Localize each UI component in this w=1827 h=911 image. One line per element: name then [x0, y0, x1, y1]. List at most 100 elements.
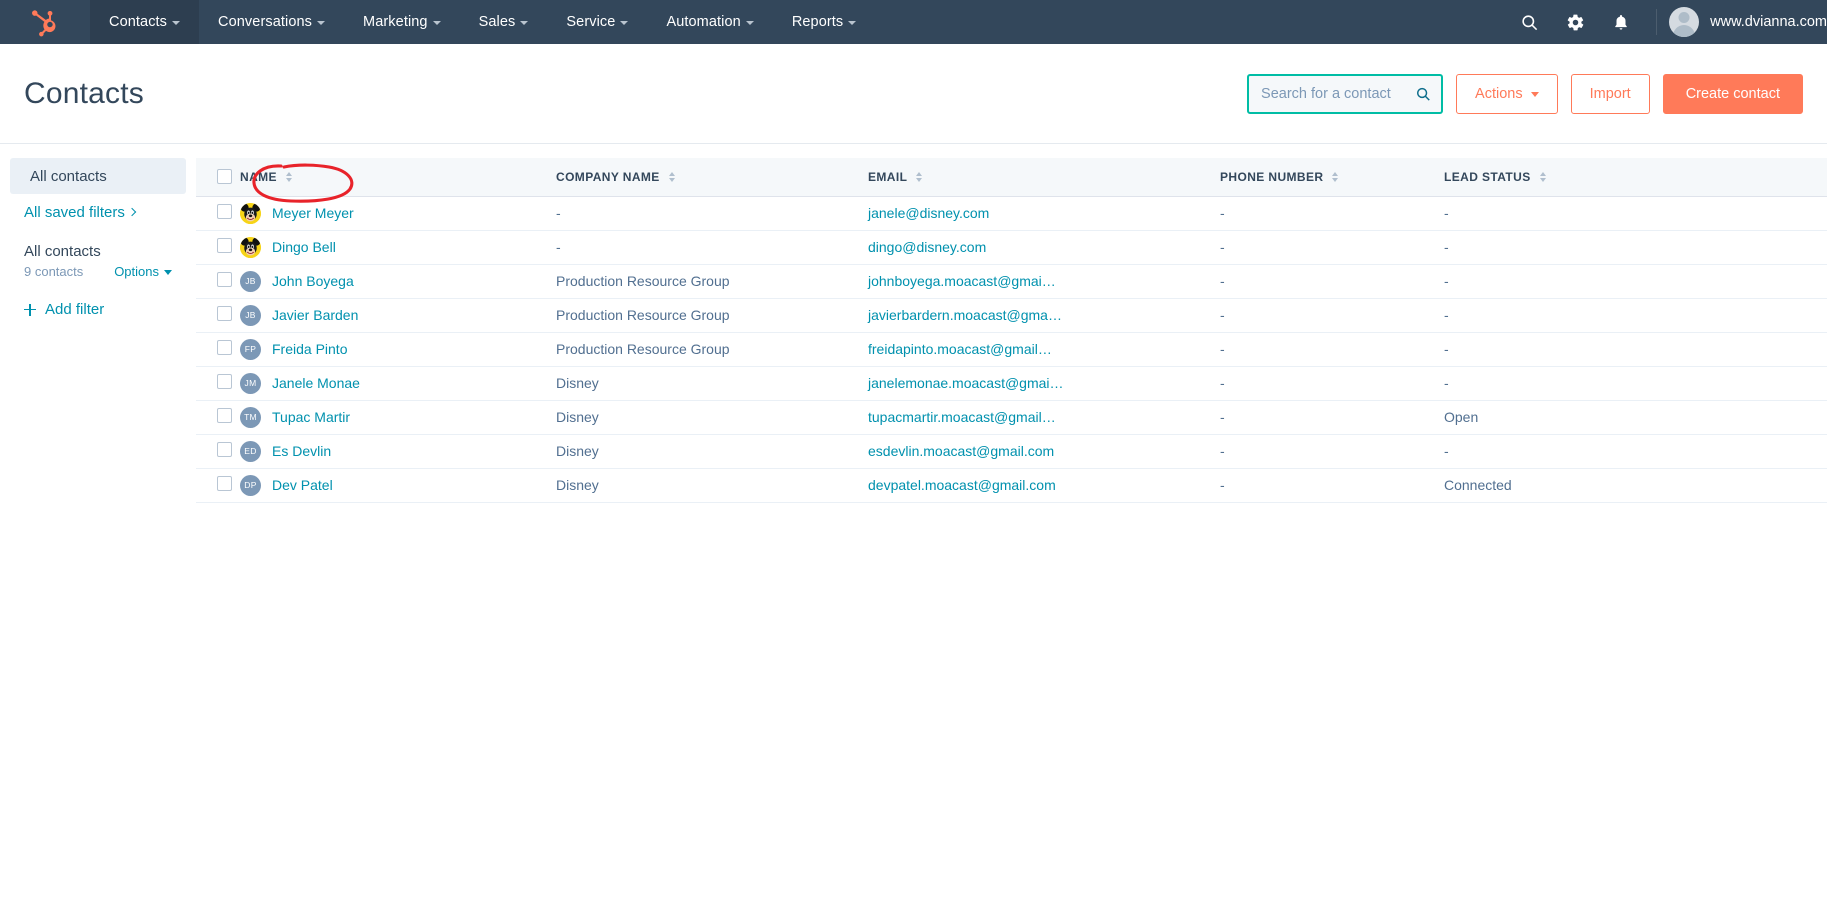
settings-button[interactable]: [1552, 0, 1598, 44]
contact-name-cell: TM Tupac Martir: [240, 400, 556, 435]
create-contact-button[interactable]: Create contact: [1662, 73, 1803, 114]
table-row[interactable]: Dingo Bell - dingo@disney.com - -: [196, 230, 1827, 265]
table-row[interactable]: FP Freida Pinto Production Resource Group f…: [196, 332, 1827, 367]
hubspot-logo-link[interactable]: [0, 0, 90, 44]
filter-options-button[interactable]: Options: [114, 264, 172, 279]
nav-item-contacts[interactable]: Contacts: [90, 0, 200, 44]
company-name-value: Production Resource Group: [556, 341, 730, 357]
company-name-cell: Disney: [556, 366, 868, 401]
table-row[interactable]: DP Dev Patel Disney devpatel.moacast@gmail.…: [196, 468, 1827, 503]
sidebar-item-all-contacts[interactable]: All contacts: [10, 158, 186, 194]
lead-status-value: -: [1444, 273, 1449, 289]
lead-status-cell: Open: [1444, 400, 1827, 435]
contact-name-link[interactable]: Freida Pinto: [272, 341, 347, 357]
row-checkbox[interactable]: [217, 272, 232, 287]
email-link[interactable]: dingo@disney.com: [868, 239, 986, 255]
contact-name-link[interactable]: Dingo Bell: [272, 239, 336, 255]
contact-name-link[interactable]: Dev Patel: [272, 477, 333, 493]
active-filter-group: All contacts 9 contacts Options: [0, 225, 196, 279]
chevron-down-icon: [620, 21, 629, 25]
phone-number-cell: -: [1220, 366, 1444, 401]
contact-name-link[interactable]: Meyer Meyer: [272, 205, 354, 221]
add-filter-label: Add filter: [45, 301, 105, 318]
table-row[interactable]: JM Janele Monae Disney janelemonae.moacast@…: [196, 366, 1827, 401]
sidebar-all-saved-filters-link[interactable]: All saved filters: [0, 194, 196, 225]
nav-item-service[interactable]: Service: [547, 0, 647, 44]
lead-status-cell: Connected: [1444, 468, 1827, 503]
email-link[interactable]: devpatel.moacast@gmail.com: [868, 477, 1056, 493]
row-checkbox[interactable]: [217, 238, 232, 253]
search-input[interactable]: [1261, 85, 1415, 102]
filter-options-label: Options: [114, 264, 159, 279]
global-search-button[interactable]: [1506, 0, 1552, 44]
column-header-label: NAME: [240, 169, 277, 184]
table-row[interactable]: Meyer Meyer - janele@disney.com - -: [196, 196, 1827, 231]
contact-name-link[interactable]: Janele Monae: [272, 375, 360, 391]
avatar-head-shape: [1678, 12, 1690, 23]
column-header-phone-number[interactable]: PHONE NUMBER: [1220, 158, 1444, 197]
contact-name-cell: Dingo Bell: [240, 230, 556, 265]
email-link[interactable]: esdevlin.moacast@gmail.com: [868, 443, 1054, 459]
email-link[interactable]: johnboyega.moacast@gmai…: [868, 273, 1056, 289]
row-checkbox[interactable]: [217, 340, 232, 355]
select-all-checkbox[interactable]: [217, 169, 232, 185]
row-checkbox[interactable]: [217, 306, 232, 321]
column-header-email[interactable]: EMAIL: [868, 158, 1220, 197]
contact-name-link[interactable]: Tupac Martir: [272, 409, 350, 425]
table-row[interactable]: JB John Boyega Production Resource Group jo…: [196, 264, 1827, 299]
import-button[interactable]: Import: [1570, 73, 1650, 114]
company-name-value: Disney: [556, 375, 599, 391]
table-row[interactable]: TM Tupac Martir Disney tupacmartir.moacast@…: [196, 400, 1827, 435]
nav-item-sales[interactable]: Sales: [460, 0, 548, 44]
contacts-table-container: NAME COMPANY NAME EMAIL PHONE NUMBER LEA…: [196, 144, 1827, 910]
row-checkbox[interactable]: [217, 408, 232, 423]
row-checkbox[interactable]: [217, 442, 232, 457]
email-link[interactable]: janele@disney.com: [868, 205, 989, 221]
nav-item-conversations[interactable]: Conversations: [199, 0, 344, 44]
table-row[interactable]: ED Es Devlin Disney esdevlin.moacast@gmail.…: [196, 434, 1827, 469]
import-button-label: Import: [1589, 85, 1631, 102]
contacts-table-head: NAME COMPANY NAME EMAIL PHONE NUMBER LEA…: [196, 158, 1827, 197]
sort-icon[interactable]: [916, 171, 923, 182]
row-checkbox[interactable]: [217, 374, 232, 389]
phone-number-value: -: [1220, 443, 1225, 459]
sort-icon[interactable]: [285, 171, 292, 182]
email-link[interactable]: freidapinto.moacast@gmail…: [868, 341, 1052, 357]
lead-status-value: -: [1444, 341, 1449, 357]
company-name-cell: Production Resource Group: [556, 264, 868, 299]
nav-item-reports[interactable]: Reports: [773, 0, 875, 44]
create-contact-button-label: Create contact: [1685, 85, 1780, 102]
saved-filters-label: All saved filters: [24, 204, 125, 221]
portal-name-label[interactable]: www.dvianna.com: [1710, 14, 1827, 30]
initials-avatar: DP: [240, 474, 261, 496]
initials-avatar: ED: [240, 440, 261, 462]
actions-button[interactable]: Actions: [1456, 73, 1558, 114]
user-avatar[interactable]: [1669, 7, 1700, 37]
add-filter-button[interactable]: Add filter: [0, 279, 196, 318]
contact-search-box[interactable]: [1247, 73, 1444, 114]
column-header-name[interactable]: NAME: [240, 158, 556, 197]
notifications-button[interactable]: [1598, 0, 1644, 44]
row-checkbox[interactable]: [217, 476, 232, 491]
contact-name-link[interactable]: Javier Barden: [272, 307, 358, 323]
company-name-cell: Disney: [556, 434, 868, 469]
sort-icon[interactable]: [1332, 171, 1339, 182]
contact-name-cell: ED Es Devlin: [240, 434, 556, 469]
column-header-lead-status[interactable]: LEAD STATUS: [1444, 158, 1827, 197]
email-link[interactable]: janelemonae.moacast@gmai…: [868, 375, 1064, 391]
nav-item-marketing[interactable]: Marketing: [344, 0, 460, 44]
sort-icon[interactable]: [668, 171, 675, 182]
search-icon: [1416, 87, 1430, 101]
email-link[interactable]: javierbardern.moacast@gma…: [868, 307, 1062, 323]
email-cell: janelemonae.moacast@gmai…: [868, 366, 1220, 401]
row-checkbox[interactable]: [217, 204, 232, 219]
table-row[interactable]: JB Javier Barden Production Resource Group…: [196, 298, 1827, 333]
email-link[interactable]: tupacmartir.moacast@gmail…: [868, 409, 1056, 425]
contact-name-link[interactable]: Es Devlin: [272, 443, 331, 459]
nav-item-automation[interactable]: Automation: [647, 0, 772, 44]
company-name-cell: Production Resource Group: [556, 298, 868, 333]
contact-name-link[interactable]: John Boyega: [272, 273, 354, 289]
column-header-company-name[interactable]: COMPANY NAME: [556, 158, 868, 197]
sort-icon[interactable]: [1539, 171, 1546, 182]
email-cell: johnboyega.moacast@gmai…: [868, 264, 1220, 299]
